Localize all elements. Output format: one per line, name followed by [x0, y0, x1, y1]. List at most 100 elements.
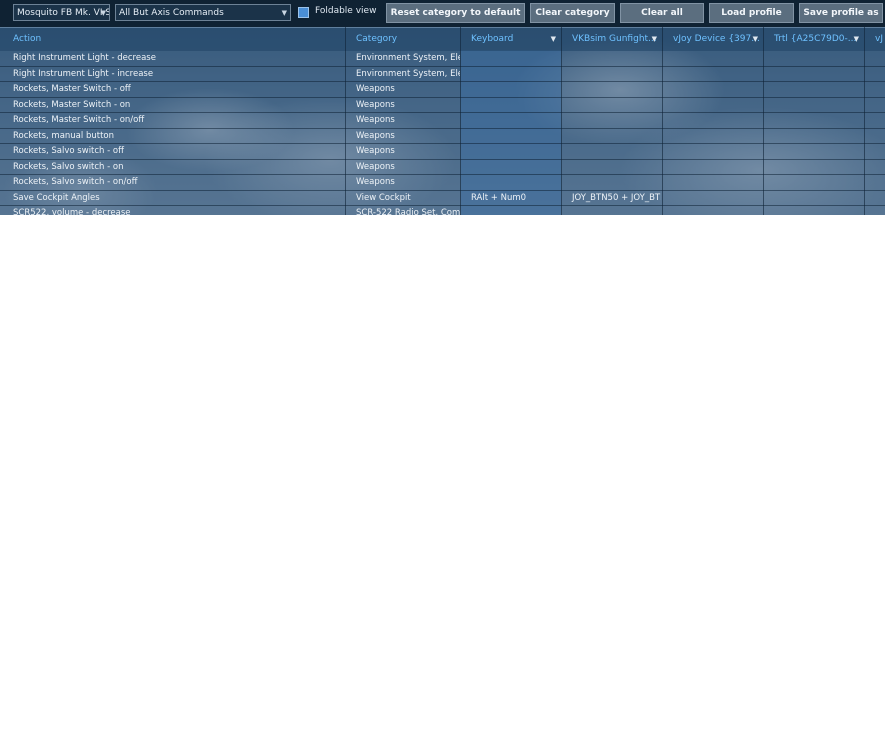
cell-trtl[interactable]: [766, 160, 863, 174]
cell-vjoy[interactable]: [665, 206, 762, 215]
cell-keyboard[interactable]: [463, 113, 560, 127]
cell-keyboard[interactable]: [463, 82, 560, 96]
column-header-keyboard[interactable]: Keyboard ▼: [463, 28, 560, 51]
cell-trtl[interactable]: [766, 113, 863, 127]
cell-keyboard[interactable]: [463, 51, 560, 65]
cell-keyboard[interactable]: RAlt + Num0: [463, 191, 560, 205]
cell-vjoy[interactable]: [665, 175, 762, 189]
column-divider: [345, 27, 346, 215]
cell-vjoy[interactable]: [665, 98, 762, 112]
cell-category[interactable]: View Cockpit: [348, 191, 460, 205]
cell-action[interactable]: Right Instrument Light - decrease: [5, 51, 345, 65]
dropdown-arrow-icon[interactable]: ▼: [854, 28, 859, 51]
command-filter-value: All But Axis Commands: [119, 8, 224, 18]
cell-keyboard[interactable]: [463, 175, 560, 189]
column-header-extra[interactable]: vJ: [867, 28, 885, 51]
column-header-action[interactable]: Action: [5, 28, 345, 51]
column-header-category[interactable]: Category: [348, 28, 460, 51]
table-row[interactable]: Rockets, Salvo switch - on/off Weapons: [0, 175, 885, 191]
table-row[interactable]: Rockets, Salvo switch - on Weapons: [0, 159, 885, 175]
cell-vkbsim[interactable]: [564, 160, 661, 174]
cell-keyboard[interactable]: [463, 160, 560, 174]
cell-action[interactable]: Save Cockpit Angles: [5, 191, 345, 205]
cell-vkbsim[interactable]: JOY_BTN50 + JOY_BTN: [564, 191, 661, 205]
cell-action[interactable]: SCR522, volume - decrease: [5, 206, 345, 215]
aircraft-select[interactable]: Mosquito FB Mk. VI S ▼: [13, 4, 110, 21]
cell-keyboard[interactable]: [463, 206, 560, 215]
cell-category[interactable]: Weapons: [348, 175, 460, 189]
cell-keyboard[interactable]: [463, 129, 560, 143]
cell-category[interactable]: Weapons: [348, 113, 460, 127]
cell-vkbsim[interactable]: [564, 113, 661, 127]
cell-trtl[interactable]: [766, 98, 863, 112]
cell-trtl[interactable]: [766, 129, 863, 143]
cell-trtl[interactable]: [766, 144, 863, 158]
table-row[interactable]: Right Instrument Light - increase Environ…: [0, 66, 885, 82]
cell-vkbsim[interactable]: [564, 129, 661, 143]
cell-action[interactable]: Right Instrument Light - increase: [5, 67, 345, 81]
cell-category[interactable]: Weapons: [348, 144, 460, 158]
cell-category[interactable]: SCR-522 Radio Set, Comm: [348, 206, 460, 215]
cell-vjoy[interactable]: [665, 67, 762, 81]
clear-all-button[interactable]: Clear all: [620, 3, 704, 23]
table-row[interactable]: Right Instrument Light - decrease Environ…: [0, 51, 885, 67]
cell-category[interactable]: Weapons: [348, 160, 460, 174]
table-row[interactable]: SCR522, volume - decrease SCR-522 Radio S…: [0, 206, 885, 215]
table-row[interactable]: Rockets, Master Switch - off Weapons: [0, 82, 885, 98]
cell-trtl[interactable]: [766, 67, 863, 81]
cell-category[interactable]: Weapons: [348, 129, 460, 143]
column-header-trtl[interactable]: Trtl {A25C79D0-... ▼: [766, 28, 863, 51]
clear-category-button[interactable]: Clear category: [530, 3, 615, 23]
cell-vkbsim[interactable]: [564, 82, 661, 96]
cell-vkbsim[interactable]: [564, 51, 661, 65]
cell-action[interactable]: Rockets, Master Switch - on: [5, 98, 345, 112]
table-row[interactable]: Rockets, Master Switch - on Weapons: [0, 97, 885, 113]
cell-vjoy[interactable]: [665, 51, 762, 65]
cell-vjoy[interactable]: [665, 82, 762, 96]
dropdown-arrow-icon[interactable]: ▼: [652, 28, 657, 51]
column-header-action-label: Action: [13, 34, 42, 44]
cell-vjoy[interactable]: [665, 113, 762, 127]
cell-trtl[interactable]: [766, 82, 863, 96]
dropdown-arrow-icon[interactable]: ▼: [551, 28, 556, 51]
cell-vjoy[interactable]: [665, 144, 762, 158]
cell-keyboard[interactable]: [463, 98, 560, 112]
cell-action[interactable]: Rockets, Salvo switch - off: [5, 144, 345, 158]
command-filter-select[interactable]: All But Axis Commands ▼: [115, 4, 291, 21]
cell-vjoy[interactable]: [665, 129, 762, 143]
table-row[interactable]: Rockets, Master Switch - on/off Weapons: [0, 113, 885, 129]
cell-vkbsim[interactable]: [564, 67, 661, 81]
cell-vkbsim[interactable]: [564, 144, 661, 158]
cell-category[interactable]: Weapons: [348, 98, 460, 112]
cell-category[interactable]: Environment System, Elec: [348, 51, 460, 65]
table-row[interactable]: Rockets, Salvo switch - off Weapons: [0, 144, 885, 160]
column-header-vjoy[interactable]: vJoy Device {397... ▼: [665, 28, 762, 51]
cell-action[interactable]: Rockets, Salvo switch - on: [5, 160, 345, 174]
reset-category-button[interactable]: Reset category to default: [386, 3, 525, 23]
column-header-vkbsim[interactable]: VKBsim Gunfight... ▼: [564, 28, 661, 51]
save-profile-button[interactable]: Save profile as: [799, 3, 883, 23]
cell-vjoy[interactable]: [665, 160, 762, 174]
cell-category[interactable]: Environment System, Elec: [348, 67, 460, 81]
column-header-vkbsim-label: VKBsim Gunfight...: [572, 34, 657, 44]
foldable-view-checkbox[interactable]: [298, 7, 309, 18]
cell-vkbsim[interactable]: [564, 98, 661, 112]
cell-vjoy[interactable]: [665, 191, 762, 205]
cell-category[interactable]: Weapons: [348, 82, 460, 96]
cell-action[interactable]: Rockets, manual button: [5, 129, 345, 143]
cell-trtl[interactable]: [766, 175, 863, 189]
cell-trtl[interactable]: [766, 206, 863, 215]
table-row[interactable]: Save Cockpit Angles View Cockpit RAlt + Nu…: [0, 190, 885, 206]
cell-trtl[interactable]: [766, 191, 863, 205]
table-row[interactable]: Rockets, manual button Weapons: [0, 128, 885, 144]
dropdown-arrow-icon[interactable]: ▼: [753, 28, 758, 51]
cell-action[interactable]: Rockets, Master Switch - off: [5, 82, 345, 96]
cell-trtl[interactable]: [766, 51, 863, 65]
cell-keyboard[interactable]: [463, 67, 560, 81]
cell-vkbsim[interactable]: [564, 175, 661, 189]
load-profile-button[interactable]: Load profile: [709, 3, 794, 23]
cell-keyboard[interactable]: [463, 144, 560, 158]
cell-action[interactable]: Rockets, Master Switch - on/off: [5, 113, 345, 127]
cell-action[interactable]: Rockets, Salvo switch - on/off: [5, 175, 345, 189]
cell-vkbsim[interactable]: [564, 206, 661, 215]
